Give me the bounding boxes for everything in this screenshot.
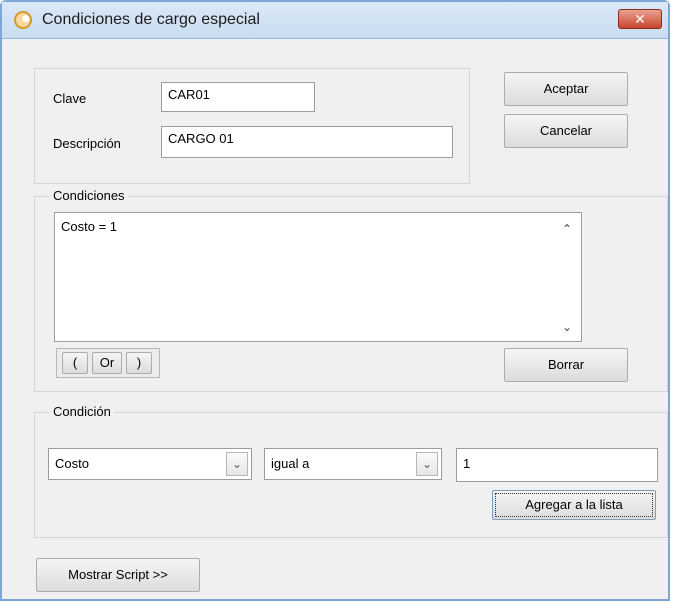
window-title: Condiciones de cargo especial xyxy=(42,11,260,28)
mostrar-script-button[interactable]: Mostrar Script >> xyxy=(36,558,200,592)
or-button[interactable]: Or xyxy=(92,352,122,374)
operator-select[interactable]: igual a ⌄ xyxy=(264,448,442,480)
condiciones-legend: Condiciones xyxy=(50,188,128,203)
dialog-window: Condiciones de cargo especial ✕ Clave CA… xyxy=(0,0,670,601)
chevron-down-icon[interactable]: ⌄ xyxy=(416,452,438,476)
operator-select-value: igual a xyxy=(271,456,310,471)
clave-label: Clave xyxy=(53,91,87,106)
condition-value-input[interactable]: 1 xyxy=(456,448,658,482)
cancelar-button[interactable]: Cancelar xyxy=(504,114,628,148)
field-select-value: Costo xyxy=(55,456,89,471)
borrar-button[interactable]: Borrar xyxy=(504,348,628,382)
conditions-list[interactable]: Costo = 1 ⌃ ⌄ xyxy=(54,212,582,342)
aceptar-button[interactable]: Aceptar xyxy=(504,72,628,106)
close-paren-button[interactable]: ) xyxy=(126,352,152,374)
condition-item[interactable]: Costo = 1 xyxy=(61,219,117,234)
clave-input[interactable]: CAR01 xyxy=(161,82,315,112)
field-select[interactable]: Costo ⌄ xyxy=(48,448,252,480)
close-button[interactable]: ✕ xyxy=(618,9,662,29)
condicion-legend: Condición xyxy=(50,404,114,419)
open-paren-button[interactable]: ( xyxy=(62,352,88,374)
agregar-a-la-lista-button[interactable]: Agregar a la lista xyxy=(492,490,656,520)
descripcion-label: Descripción xyxy=(53,136,121,151)
scroll-down-icon[interactable]: ⌄ xyxy=(559,319,575,335)
title-bar: Condiciones de cargo especial ✕ xyxy=(2,2,668,39)
descripcion-input[interactable]: CARGO 01 xyxy=(161,126,453,158)
app-icon xyxy=(14,11,32,29)
scroll-up-icon[interactable]: ⌃ xyxy=(559,221,575,237)
chevron-down-icon[interactable]: ⌄ xyxy=(226,452,248,476)
